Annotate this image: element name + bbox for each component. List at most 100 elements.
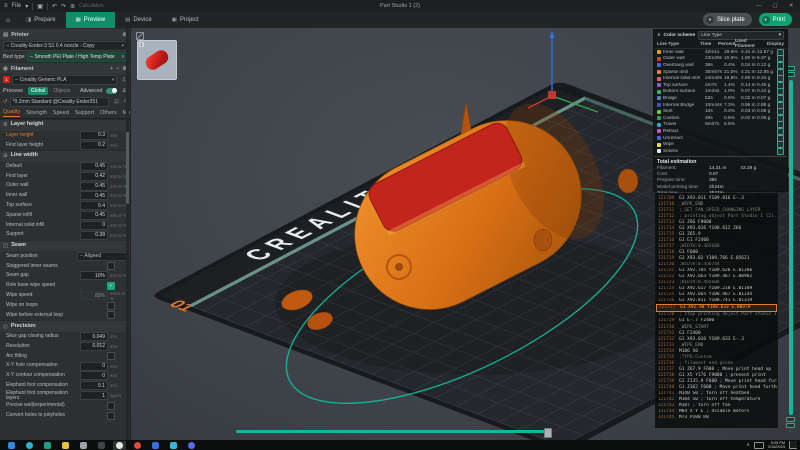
taskbar-item[interactable] — [152, 441, 159, 449]
param-checkbox[interactable]: ✓ — [107, 262, 115, 271]
param-row[interactable]: Arc fitting ✓ — [0, 351, 130, 361]
main-tab[interactable]: ▤ Device — [115, 12, 162, 28]
gcode-viewer-panel[interactable]: 121709 G1 X93.011 Y109.016 E-.3 121710 _… — [655, 193, 778, 428]
param-row[interactable]: X-Y contour compensation 0 ✓ 0 mm — [0, 371, 130, 381]
reset-preset-icon[interactable]: ↺ — [3, 99, 8, 105]
gcode-line[interactable]: 121740 G1 Z162 F600 ; Move print head fu… — [656, 384, 777, 390]
taskbar-item[interactable] — [8, 441, 15, 449]
param-input[interactable]: 0 — [80, 361, 108, 371]
gcode-line[interactable]: 121727 G1 X92.98 Y108.633 E.00979 — [656, 303, 777, 312]
gcode-line[interactable]: 121712 ; printing object Part Studio 1 (… — [656, 213, 777, 219]
gcode-line[interactable]: 121745 M73 P100 R0 — [656, 415, 777, 421]
expand-icon[interactable] — [136, 32, 144, 40]
param-row[interactable]: ⊞ Line width ✓ — [0, 150, 130, 162]
param-select[interactable]: -- Aligned — [77, 251, 127, 261]
param-input[interactable]: 0 — [80, 220, 108, 230]
close-button[interactable]: ✕ — [784, 0, 798, 11]
param-row[interactable]: Precise wall(experimental) ✓ — [0, 401, 130, 411]
param-tab[interactable]: Speed — [53, 110, 69, 116]
param-input[interactable]: 80% — [80, 291, 108, 301]
param-list[interactable]: ≣ Layer height ✓ Layer height 0.3 ✓ — [0, 119, 130, 421]
taskbar-item[interactable] — [170, 441, 177, 449]
bed-type-select[interactable]: -- Smooth PEI Plate / High Temp Plate ▾ — [26, 51, 127, 62]
param-input[interactable]: 0.45 — [80, 161, 108, 171]
param-tab[interactable]: Support — [75, 110, 94, 116]
gcode-line[interactable]: 121737 G1 Z67.9 F600 ; Move print head u… — [656, 366, 777, 372]
display-checkbox[interactable] — [777, 61, 784, 69]
param-row[interactable]: ◎ Precision ✓ — [0, 320, 130, 332]
param-row[interactable]: ◫ Seam ✓ — [0, 239, 130, 252]
param-checkbox[interactable]: ✓ — [107, 411, 115, 420]
param-checkbox[interactable]: ✓ — [107, 352, 115, 361]
sidebar-scrollbar-thumb[interactable] — [126, 132, 129, 204]
taskbar-item[interactable] — [44, 441, 51, 449]
print-dropdown-icon[interactable]: ▾ — [761, 15, 770, 24]
param-input[interactable]: 0.049 — [80, 332, 108, 342]
param-input[interactable]: 0.42 — [80, 171, 108, 181]
param-row[interactable]: Outer wall 0.45 ✓ 0.45 mm or % — [0, 181, 130, 191]
param-row[interactable]: Layer height 0.3 ✓ 0.3 mm — [0, 130, 130, 141]
param-input[interactable]: 0.45 — [80, 181, 108, 191]
param-input[interactable]: 0.012 — [80, 341, 108, 351]
slice-dropdown-icon[interactable]: ▾ — [705, 15, 714, 24]
display-checkbox[interactable] — [777, 147, 784, 155]
param-row[interactable]: Elephant foot compensation layers 1 ✓ 1 … — [0, 390, 130, 402]
maximize-button[interactable]: ▢ — [768, 0, 782, 11]
param-row[interactable]: Top surface 0.4 ✓ 0.4 mm or % — [0, 201, 130, 211]
param-row[interactable]: Convert holes to polyholes ✓ — [0, 411, 130, 421]
tray-clock[interactable]: 9:05 PM 2/16/2023 — [768, 441, 785, 450]
remove-filament-icon[interactable]: − — [116, 66, 119, 72]
param-input[interactable]: 0.45 — [80, 210, 108, 220]
plate-thumbnail[interactable]: 1 — [137, 40, 177, 80]
step-arrow-icon[interactable]: › — [789, 429, 791, 435]
param-input[interactable]: 0 — [80, 371, 108, 381]
gcode-line[interactable]: 121738 G1 X5 Y176 F9000 ; present print — [656, 372, 777, 378]
notification-center-icon[interactable] — [789, 441, 797, 449]
param-input[interactable]: 1 — [80, 391, 108, 401]
param-row[interactable]: Staggered inner seams ✓ — [0, 261, 130, 271]
taskbar-item[interactable] — [26, 441, 33, 449]
taskbar-item[interactable] — [113, 440, 126, 450]
param-row[interactable]: Inner wall 0.45 ✓ 0.45 mm or % — [0, 191, 130, 201]
param-checkbox[interactable]: ✓ — [107, 281, 115, 290]
param-tab[interactable]: Quality — [3, 109, 21, 117]
tray-overflow-icon[interactable]: ∧ — [746, 442, 750, 448]
param-input[interactable]: 10% — [80, 271, 108, 281]
param-row[interactable]: Wipe before external loop ✓ — [0, 310, 130, 320]
slice-plate-button[interactable]: ▾ Slice plate — [702, 13, 752, 26]
main-tab[interactable]: ◨ Prepare — [16, 12, 66, 28]
add-filament-icon[interactable]: + — [110, 66, 113, 72]
param-input[interactable]: 0.45 — [80, 191, 108, 201]
param-checkbox[interactable]: ✓ — [107, 401, 115, 410]
param-checkbox[interactable]: ✓ — [107, 301, 115, 310]
param-tab[interactable]: Strength — [26, 110, 47, 116]
taskbar-item[interactable] — [80, 441, 87, 449]
gcode-line[interactable]: 121728 ; stop printing object Part Studi… — [656, 312, 777, 318]
param-row[interactable]: ≣ Layer height ✓ — [0, 119, 130, 131]
param-row[interactable]: Wipe on loops ✓ — [0, 301, 130, 311]
taskbar-item[interactable] — [98, 441, 105, 449]
main-tab[interactable]: ▦ Preview — [65, 12, 116, 28]
param-input[interactable]: 0.4 — [80, 201, 108, 211]
param-input[interactable]: 0.2 — [80, 140, 108, 150]
gcode-line[interactable]: 121739 G1 Z135.9 F600 ; Move print head … — [656, 378, 777, 384]
process-global-tab[interactable]: Global — [27, 86, 49, 95]
minimize-button[interactable]: — — [752, 0, 766, 11]
param-input[interactable]: 0.1 — [80, 381, 108, 391]
home-icon[interactable]: ⌂ — [0, 17, 16, 24]
param-row[interactable]: Seam gap 10% ✓ 10% mm or % — [0, 271, 130, 281]
gcode-line[interactable]: 121742 M104 S0 ; turn off temperature — [656, 397, 777, 403]
gcode-step-slider-handle[interactable] — [544, 427, 552, 438]
taskbar-item[interactable] — [188, 441, 195, 449]
param-row[interactable]: Support 0.38 ✓ 0.38 mm or % — [0, 230, 130, 240]
param-row[interactable]: Sparse infill 0.45 ✓ 0.45 mm or % — [0, 210, 130, 221]
layer-slider[interactable] — [789, 80, 793, 415]
param-row[interactable]: X-Y hole compensation 0 ✓ 0 mm — [0, 361, 130, 371]
taskbar-item[interactable] — [62, 441, 69, 449]
advanced-toggle[interactable] — [106, 87, 118, 94]
param-input[interactable]: 0.38 — [80, 230, 108, 240]
gcode-step-slider[interactable] — [236, 430, 548, 433]
param-checkbox[interactable]: ✓ — [107, 311, 115, 320]
param-row[interactable]: Resolution 0.012 ✓ 0.012 mm — [0, 341, 130, 352]
param-input[interactable]: 0.3 — [80, 130, 108, 140]
